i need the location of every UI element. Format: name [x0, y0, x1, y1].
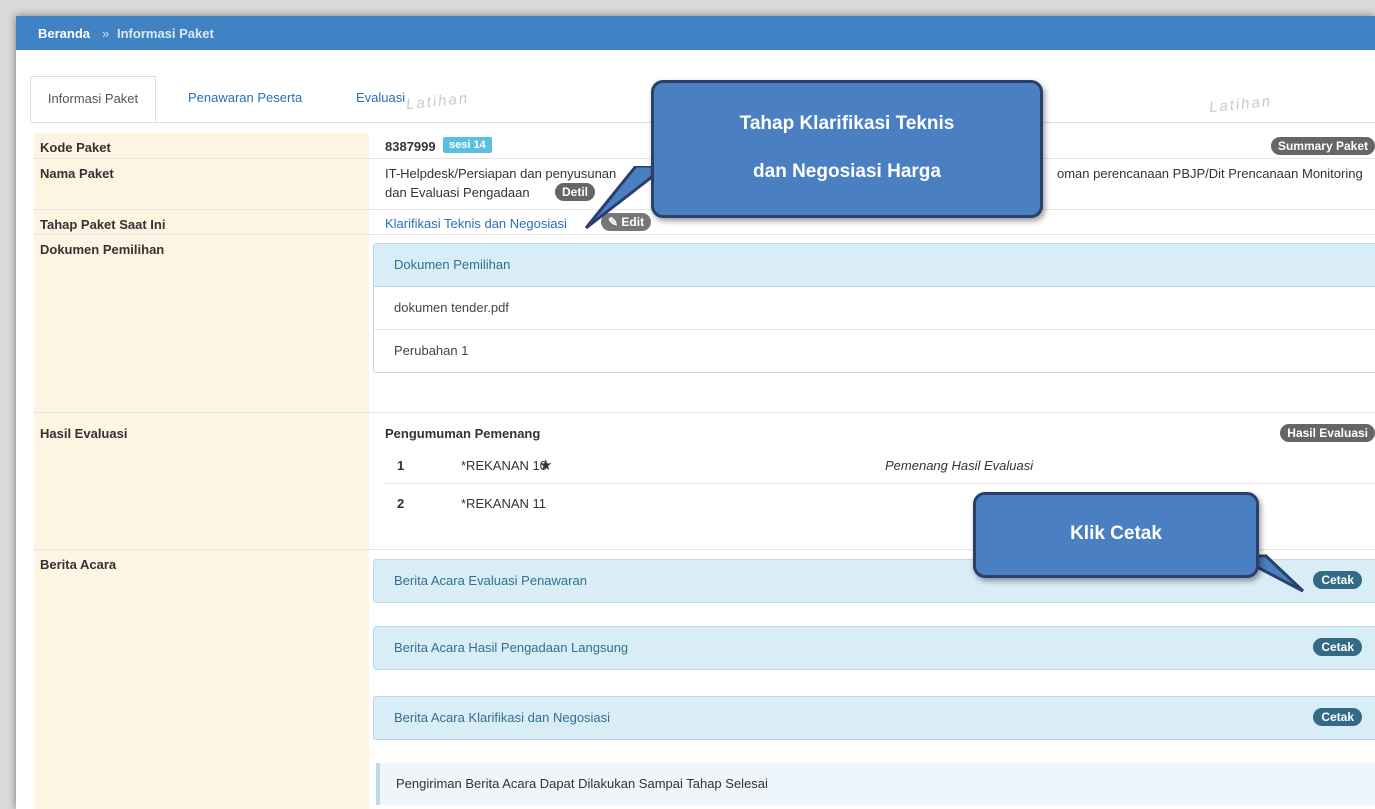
- sesi-badge: sesi 14: [443, 137, 492, 153]
- row-label: Nama Paket: [34, 159, 369, 209]
- berita-acara-note: Pengiriman Berita Acara Dapat Dilakukan …: [376, 763, 1375, 805]
- row-label: Kode Paket: [34, 133, 369, 158]
- hasil-evaluasi-button[interactable]: Hasil Evaluasi: [1280, 424, 1375, 442]
- berita-acara-item: Berita Acara Hasil Pengadaan Langsung Ce…: [373, 626, 1375, 670]
- berita-acara-title: Berita Acara Klarifikasi dan Negosiasi: [394, 710, 611, 725]
- kode-paket-value: 8387999: [385, 139, 436, 154]
- dokumen-panel: Dokumen Pemilihan dokumen tender.pdf Per…: [373, 243, 1375, 373]
- tab-penawaran-peserta[interactable]: Penawaran Peserta: [180, 76, 310, 120]
- berita-acara-title: Berita Acara Evaluasi Penawaran: [394, 573, 587, 588]
- cetak-button[interactable]: Cetak: [1313, 638, 1362, 656]
- winner-note: Pemenang Hasil Evaluasi: [885, 458, 1034, 473]
- tab-informasi-paket[interactable]: Informasi Paket: [30, 76, 156, 122]
- dokumen-file-link[interactable]: dokumen tender.pdf: [374, 287, 1375, 330]
- breadcrumb: Beranda » Informasi Paket: [16, 16, 1375, 50]
- nama-paket-text-line2: dan Evaluasi Pengadaan: [385, 185, 530, 200]
- berita-acara-title: Berita Acara Hasil Pengadaan Langsung: [394, 640, 629, 655]
- star-icon: ★: [539, 457, 553, 474]
- pengumuman-heading: Pengumuman Pemenang: [385, 426, 541, 441]
- row-label: Tahap Paket Saat Ini: [34, 210, 369, 234]
- nama-paket-text-end: oman perencanaan PBJP/Dit Prencanaan Mon…: [1057, 166, 1363, 181]
- berita-acara-item: Berita Acara Klarifikasi dan Negosiasi C…: [373, 696, 1375, 740]
- dokumen-perubahan-item[interactable]: Perubahan 1: [374, 330, 1375, 372]
- row-label: Hasil Evaluasi: [34, 413, 369, 549]
- breadcrumb-separator: »: [102, 26, 110, 41]
- cetak-button[interactable]: Cetak: [1313, 708, 1362, 726]
- page-frame: Beranda » Informasi Paket Informasi Pake…: [16, 16, 1375, 809]
- dokumen-panel-title: Dokumen Pemilihan: [374, 244, 1375, 287]
- winner-name: *REKANAN 10: [461, 458, 547, 473]
- cetak-button[interactable]: Cetak: [1313, 571, 1362, 589]
- breadcrumb-home-link[interactable]: Beranda: [38, 26, 90, 41]
- tab-evaluasi[interactable]: Evaluasi: [348, 76, 413, 120]
- callout-tahap: Tahap Klarifikasi Teknis dan Negosiasi H…: [651, 80, 1043, 218]
- summary-paket-button[interactable]: Summary Paket: [1270, 137, 1375, 155]
- callout-cetak: Klik Cetak: [973, 492, 1259, 578]
- tahap-paket-link[interactable]: Klarifikasi Teknis dan Negosiasi: [385, 216, 567, 231]
- row-label: Dokumen Pemilihan: [34, 235, 369, 412]
- table-row: 1 *REKANAN 10 ★ Pemenang Hasil Evaluasi: [385, 447, 1375, 484]
- row-label: Berita Acara: [34, 550, 369, 809]
- breadcrumb-current: Informasi Paket: [117, 26, 214, 41]
- winner-name: *REKANAN 11: [461, 496, 547, 511]
